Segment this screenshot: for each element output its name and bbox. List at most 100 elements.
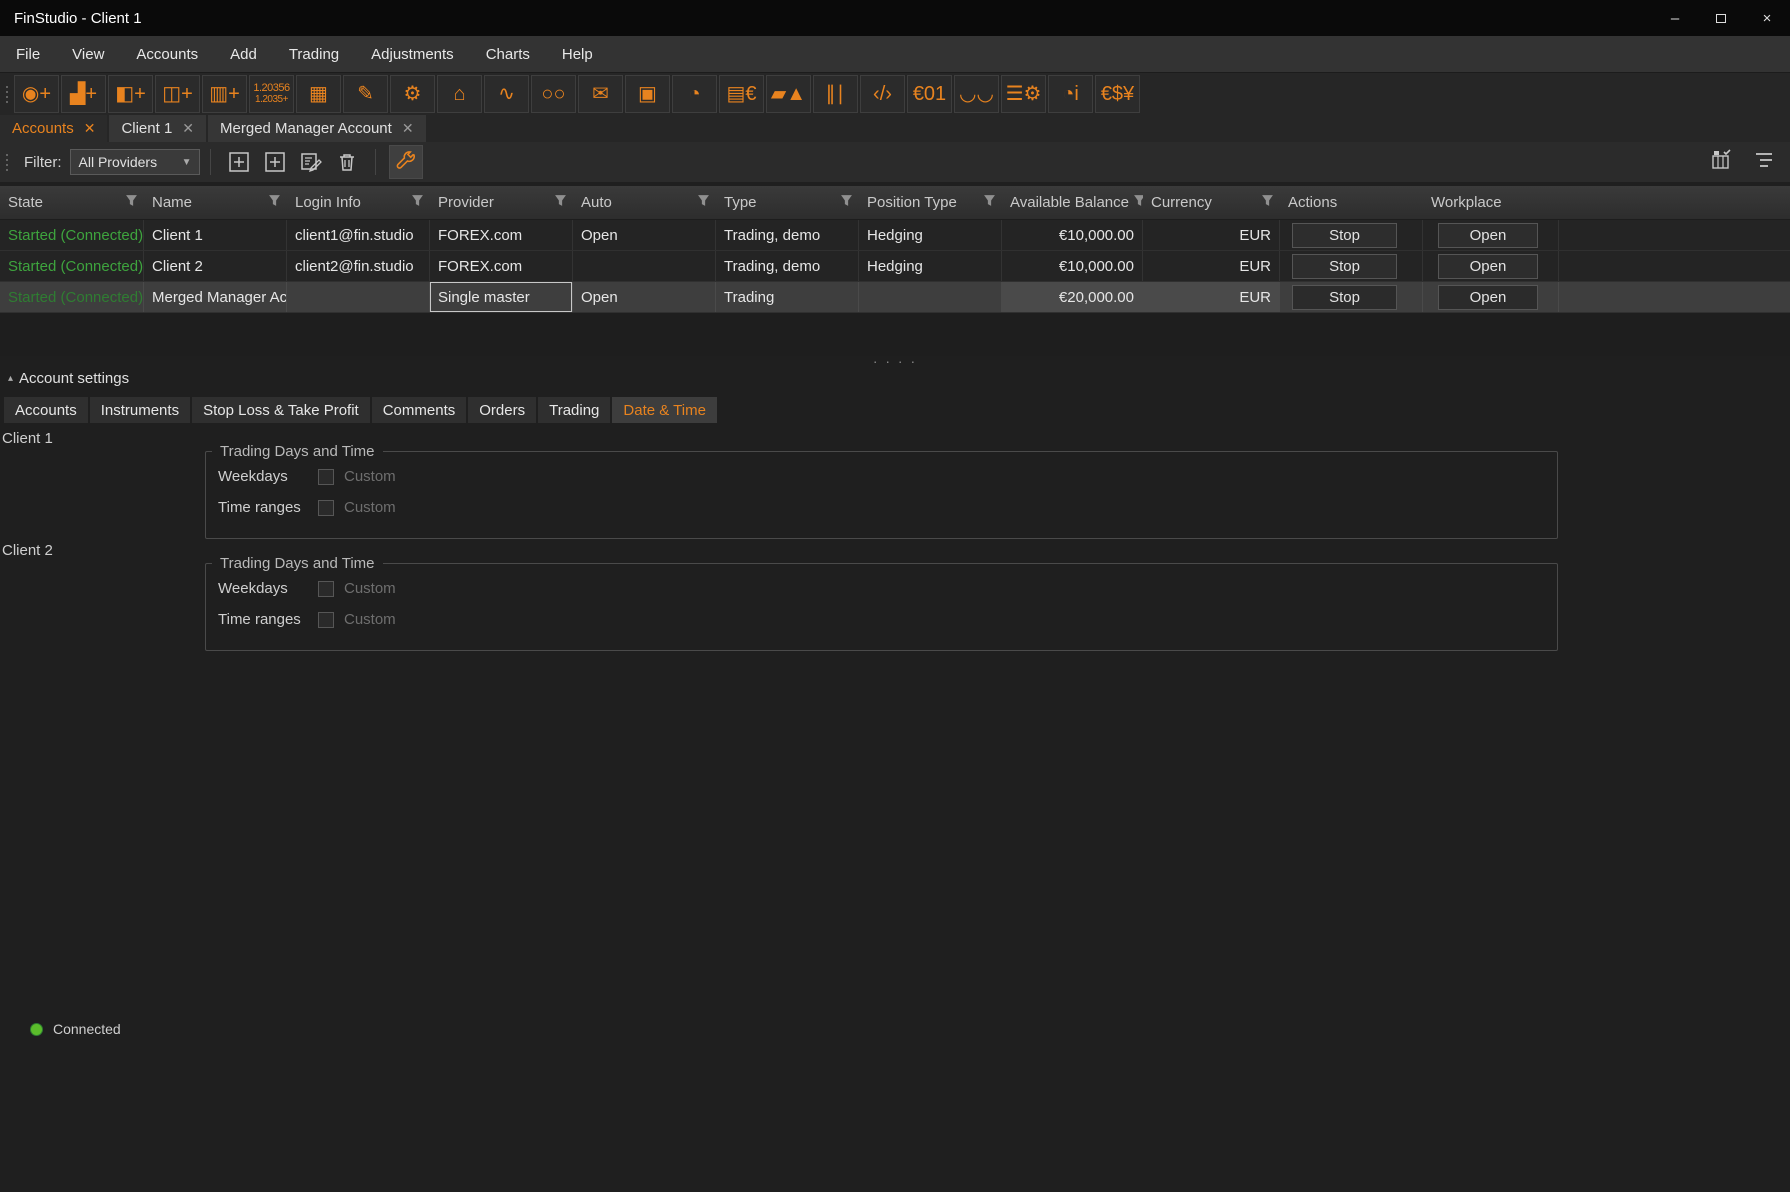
column-chooser-icon[interactable]	[1710, 148, 1734, 177]
filterbar-grip-handle[interactable]	[6, 154, 8, 171]
new-quote-board-icon[interactable]: 1.203561.2035+	[249, 75, 294, 113]
market-depth-icon[interactable]: ∿	[484, 75, 529, 113]
add-merged-account-button[interactable]	[260, 147, 290, 177]
algo-trading-icon[interactable]: ▣	[625, 75, 670, 113]
settings-tab-comments[interactable]: Comments	[372, 397, 467, 423]
settings-tab-trading[interactable]: Trading	[538, 397, 610, 423]
column-header-workplace[interactable]: Workplace	[1423, 186, 1559, 219]
filter-funnel-icon[interactable]	[979, 194, 996, 211]
code-editor-icon[interactable]: ‹/›	[860, 75, 905, 113]
filter-funnel-icon[interactable]	[121, 194, 138, 211]
menu-item-charts[interactable]: Charts	[470, 36, 546, 72]
new-account-icon[interactable]: ◉+	[14, 75, 59, 113]
filter-funnel-icon[interactable]	[550, 194, 567, 211]
open-workplace-button[interactable]: Open	[1438, 223, 1538, 248]
scheduler-icon[interactable]: ◔	[672, 75, 717, 113]
connections-icon[interactable]: ○○	[531, 75, 576, 113]
filter-funnel-icon[interactable]	[836, 194, 853, 211]
stop-button[interactable]: Stop	[1292, 285, 1397, 310]
column-header-currency[interactable]: Currency	[1143, 186, 1280, 219]
add-account-button[interactable]	[224, 147, 254, 177]
notifications-icon[interactable]: ✉	[578, 75, 623, 113]
custom-checkbox[interactable]	[318, 612, 334, 628]
settings-tab-instruments[interactable]: Instruments	[90, 397, 190, 423]
filter-funnel-icon[interactable]	[1129, 194, 1143, 211]
settings-tab-date-time[interactable]: Date & Time	[612, 397, 717, 423]
close-tab-icon[interactable]: ✕	[402, 120, 414, 137]
filter-funnel-icon[interactable]	[1257, 194, 1274, 211]
settings-tab-stop-loss-take-profit[interactable]: Stop Loss & Take Profit	[192, 397, 370, 423]
menu-item-file[interactable]: File	[0, 36, 56, 72]
column-header-label: Workplace	[1431, 194, 1502, 211]
settings-tab-orders[interactable]: Orders	[468, 397, 536, 423]
column-header-available-balance[interactable]: Available Balance	[1002, 186, 1143, 219]
column-header-actions[interactable]: Actions	[1280, 186, 1423, 219]
column-header-login-info[interactable]: Login Info	[287, 186, 430, 219]
new-workspace-icon[interactable]: ◫+	[155, 75, 200, 113]
close-icon[interactable]: ×	[1744, 0, 1790, 36]
menu-item-adjustments[interactable]: Adjustments	[355, 36, 470, 72]
toolbar-grip-handle[interactable]	[6, 86, 8, 103]
filter-toolbar: Filter: All Providers ▼	[0, 142, 1790, 182]
open-workplace-button[interactable]: Open	[1438, 285, 1538, 310]
column-header-provider[interactable]: Provider	[430, 186, 573, 219]
menu-item-view[interactable]: View	[56, 36, 120, 72]
tab-accounts[interactable]: Accounts✕	[0, 115, 107, 142]
minimize-icon[interactable]: –	[1652, 0, 1698, 36]
column-header-position-type[interactable]: Position Type	[859, 186, 1002, 219]
filter-funnel-icon[interactable]	[693, 194, 710, 211]
filter-funnel-icon[interactable]	[264, 194, 281, 211]
billing-icon[interactable]: ▤€	[719, 75, 764, 113]
menu-item-trading[interactable]: Trading	[273, 36, 355, 72]
settings-tab-accounts[interactable]: Accounts	[4, 397, 88, 423]
column-header-name[interactable]: Name	[144, 186, 287, 219]
group-panel-icon[interactable]	[1752, 148, 1776, 177]
task-list-settings-icon[interactable]: ☰⚙	[1001, 75, 1046, 113]
column-header-label: Type	[724, 194, 757, 211]
new-chart-account-icon[interactable]: ▟+	[61, 75, 106, 113]
settings-icon[interactable]: ⚙	[390, 75, 435, 113]
collapse-arrow-icon[interactable]: ▴	[8, 373, 13, 384]
edit-account-button[interactable]	[296, 147, 326, 177]
journal-icon[interactable]: ◡◡	[954, 75, 999, 113]
custom-checkbox[interactable]	[318, 581, 334, 597]
provider-filter-dropdown[interactable]: All Providers ▼	[70, 149, 200, 175]
menu-item-accounts[interactable]: Accounts	[120, 36, 214, 72]
custom-checkbox[interactable]	[318, 500, 334, 516]
menu-item-help[interactable]: Help	[546, 36, 609, 72]
close-tab-icon[interactable]: ✕	[182, 120, 194, 137]
new-layout-icon[interactable]: ◧+	[108, 75, 153, 113]
column-header-state[interactable]: State	[0, 186, 144, 219]
accounts-structure-icon[interactable]: ⌂	[437, 75, 482, 113]
stop-button[interactable]: Stop	[1292, 254, 1397, 279]
symbol-lookup-icon[interactable]: €01	[907, 75, 952, 113]
account-settings-header[interactable]: ▴ Account settings	[8, 370, 129, 387]
stop-button[interactable]: Stop	[1292, 223, 1397, 248]
close-tab-icon[interactable]: ✕	[84, 120, 96, 137]
column-header-type[interactable]: Type	[716, 186, 859, 219]
new-columns-view-icon[interactable]: ▥+	[202, 75, 247, 113]
tab-merged-manager-account[interactable]: Merged Manager Account✕	[208, 115, 426, 142]
menu-item-add[interactable]: Add	[214, 36, 273, 72]
column-header-auto[interactable]: Auto	[573, 186, 716, 219]
table-row[interactable]: Started (Connected)Merged Manager Accoun…	[0, 282, 1790, 313]
candle-chart-icon[interactable]: ∥∣	[813, 75, 858, 113]
delete-account-button[interactable]	[332, 147, 362, 177]
analytics-icon[interactable]: ▰▲	[766, 75, 811, 113]
maximize-icon[interactable]	[1698, 0, 1744, 36]
client-name-label: Client 1	[2, 430, 53, 447]
table-row[interactable]: Started (Connected)Client 2client2@fin.s…	[0, 251, 1790, 282]
open-workplace-button[interactable]: Open	[1438, 254, 1538, 279]
account-settings-tool-button[interactable]	[389, 145, 423, 179]
filter-funnel-icon[interactable]	[407, 194, 424, 211]
tab-client-1[interactable]: Client 1✕	[109, 115, 206, 142]
cell-type: Trading, demo	[716, 251, 859, 281]
filter-right-tools	[1710, 148, 1776, 177]
panel-splitter-handle[interactable]: · · · ·	[0, 356, 1790, 366]
custom-checkbox[interactable]	[318, 469, 334, 485]
currency-rates-icon[interactable]: €$¥	[1095, 75, 1140, 113]
table-row[interactable]: Started (Connected)Client 1client1@fin.s…	[0, 220, 1790, 251]
table-view-icon[interactable]: ▦	[296, 75, 341, 113]
timer-info-icon[interactable]: ◔i	[1048, 75, 1093, 113]
script-editor-icon[interactable]: ✎	[343, 75, 388, 113]
